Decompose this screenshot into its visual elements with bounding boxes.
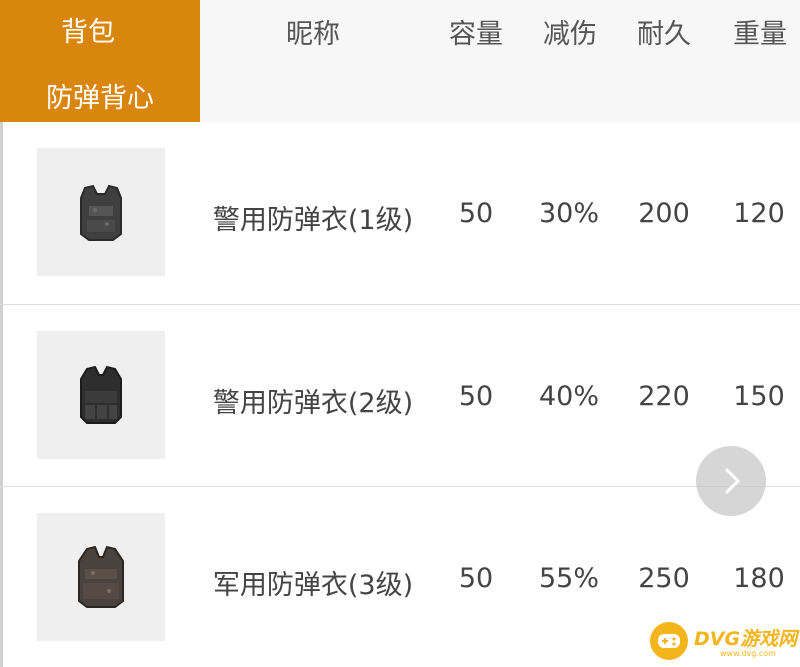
column-header-capacity: 容量 bbox=[449, 19, 503, 50]
tab-body-armor[interactable]: 防弹背心 bbox=[0, 76, 200, 115]
item-weight: 150 bbox=[733, 381, 785, 412]
item-damage-reduction: 40% bbox=[538, 381, 599, 412]
watermark-url: www.dvg.com bbox=[720, 649, 776, 658]
item-capacity: 50 bbox=[458, 198, 494, 229]
column-header-name: 昵称 bbox=[286, 19, 340, 50]
item-weight: 120 bbox=[733, 198, 785, 229]
item-weight: 180 bbox=[733, 563, 785, 594]
vest-level-1-icon bbox=[37, 148, 165, 276]
chevron-right-icon bbox=[725, 468, 740, 494]
item-capacity: 50 bbox=[458, 381, 494, 412]
column-header-damage-reduction: 减伤 bbox=[543, 19, 597, 50]
next-page-button[interactable] bbox=[696, 446, 766, 516]
site-watermark: DVG游戏网 www.dvg.com bbox=[650, 622, 800, 662]
vest-level-2-icon bbox=[37, 331, 165, 459]
item-name: 军用防弹衣(3级) bbox=[212, 570, 414, 601]
item-damage-reduction: 55% bbox=[538, 563, 599, 594]
gamepad-icon bbox=[650, 622, 688, 660]
item-capacity: 50 bbox=[458, 563, 494, 594]
column-header-durability: 耐久 bbox=[637, 19, 691, 50]
item-durability: 220 bbox=[638, 381, 690, 412]
row-divider bbox=[0, 486, 800, 487]
item-name: 警用防弹衣(2级) bbox=[212, 388, 414, 419]
left-edge-divider bbox=[0, 122, 3, 667]
item-durability: 200 bbox=[638, 198, 690, 229]
watermark-text: DVG游戏网 bbox=[694, 628, 798, 650]
vest-level-3-icon bbox=[37, 513, 165, 641]
item-damage-reduction: 30% bbox=[538, 198, 599, 229]
category-tabs: 背包 防弹背心 bbox=[0, 0, 200, 122]
row-divider bbox=[0, 304, 800, 305]
item-name: 警用防弹衣(1级) bbox=[212, 205, 414, 236]
tab-backpack[interactable]: 背包 bbox=[0, 10, 188, 49]
column-header-weight: 重量 bbox=[733, 19, 787, 50]
item-durability: 250 bbox=[638, 563, 690, 594]
